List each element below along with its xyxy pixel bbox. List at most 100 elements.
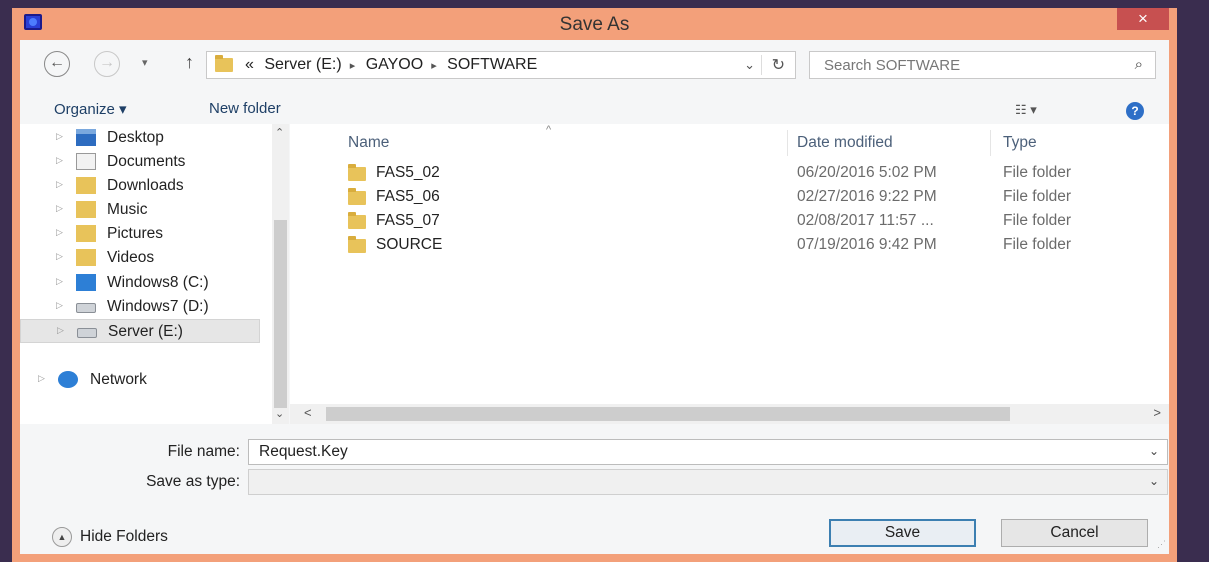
desktop-icon xyxy=(76,129,96,146)
new-folder-button[interactable]: New folder xyxy=(209,100,281,117)
navigation-pane-scrollbar[interactable]: ⌃ ⌄ xyxy=(272,124,289,424)
navigation-pane: ▷ Desktop ▷ Documents ▷ Downloads ▷ Musi… xyxy=(20,124,280,424)
hide-folders-label: Hide Folders xyxy=(80,528,168,546)
scroll-down-icon[interactable]: ⌄ xyxy=(275,407,284,420)
chevron-down-icon[interactable]: ⌄ xyxy=(1149,444,1159,458)
file-type: File folder xyxy=(1003,164,1072,181)
scrollbar-thumb[interactable] xyxy=(274,220,287,408)
file-name: FAS5_07 xyxy=(376,212,440,229)
column-divider[interactable] xyxy=(787,130,788,156)
documents-icon xyxy=(76,153,96,170)
file-type: File folder xyxy=(1003,212,1072,229)
file-date: 06/20/2016 5:02 PM xyxy=(797,164,937,181)
up-folder-button[interactable]: ↑ xyxy=(185,52,194,73)
recent-locations-chevron-icon[interactable]: ▾ xyxy=(142,56,148,69)
file-date: 02/27/2016 9:22 PM xyxy=(797,188,937,205)
column-header-name[interactable]: Name xyxy=(348,134,389,152)
network-icon xyxy=(58,371,78,388)
back-button[interactable]: ← xyxy=(44,51,70,77)
drive-c-icon xyxy=(76,274,96,291)
column-divider[interactable] xyxy=(990,130,991,156)
file-row[interactable]: FAS5_06 02/27/2016 9:22 PM File folder xyxy=(290,185,1169,209)
nav-item-windows8-c[interactable]: ▷ Windows8 (C:) xyxy=(20,271,260,295)
search-input[interactable]: Search SOFTWARE ⌕ xyxy=(809,51,1156,79)
folder-icon xyxy=(348,164,366,181)
chevron-down-icon[interactable]: ⌄ xyxy=(1149,474,1159,488)
column-header-date-modified[interactable]: Date modified xyxy=(797,134,893,152)
file-name-field[interactable]: Request.Key ⌄ xyxy=(248,439,1168,465)
expand-icon[interactable]: ▷ xyxy=(56,251,63,262)
organize-menu-button[interactable]: Organize ▾ xyxy=(54,100,127,118)
expand-icon[interactable]: ▷ xyxy=(56,203,63,214)
expand-icon[interactable]: ▷ xyxy=(56,131,63,142)
nav-item-pictures[interactable]: ▷ Pictures xyxy=(20,222,260,246)
drive-e-icon xyxy=(77,328,97,338)
expand-icon[interactable]: ▷ xyxy=(38,373,45,384)
nav-item-server-e[interactable]: ▷ Server (E:) xyxy=(20,319,260,343)
search-placeholder: Search SOFTWARE xyxy=(824,57,961,74)
file-row[interactable]: SOURCE 07/19/2016 9:42 PM File folder xyxy=(290,233,1169,257)
breadcrumb-server[interactable]: Server (E:) xyxy=(264,56,341,73)
nav-item-network[interactable]: ▷ Network xyxy=(20,368,260,392)
breadcrumb-software[interactable]: SOFTWARE xyxy=(447,56,537,73)
column-header-type[interactable]: Type xyxy=(1003,134,1037,152)
file-name-label: File name: xyxy=(167,443,240,460)
expand-icon[interactable]: ▷ xyxy=(57,325,64,336)
nav-item-label: Windows8 (C:) xyxy=(107,274,209,291)
change-view-icon[interactable]: ☷ ▾ xyxy=(1015,102,1037,118)
nav-item-documents[interactable]: ▷ Documents xyxy=(20,150,260,174)
forward-button[interactable]: → xyxy=(94,51,120,77)
close-button[interactable]: × xyxy=(1117,8,1169,30)
nav-item-label: Server (E:) xyxy=(108,323,183,340)
chevron-right-icon[interactable]: ▸ xyxy=(350,60,356,72)
file-row[interactable]: FAS5_02 06/20/2016 5:02 PM File folder xyxy=(290,161,1169,185)
nav-item-downloads[interactable]: ▷ Downloads xyxy=(20,174,260,198)
window-title: Save As xyxy=(559,14,630,35)
breadcrumb-gayoo[interactable]: GAYOO xyxy=(366,56,424,73)
nav-item-desktop[interactable]: ▷ Desktop xyxy=(20,126,260,150)
nav-item-music[interactable]: ▷ Music xyxy=(20,198,260,222)
expand-icon[interactable]: ▷ xyxy=(56,300,63,311)
folder-icon xyxy=(348,188,366,205)
file-name: FAS5_02 xyxy=(376,164,440,181)
chevron-right-icon[interactable]: ▸ xyxy=(431,60,437,72)
save-button[interactable]: Save xyxy=(829,519,976,547)
scrollbar-thumb[interactable] xyxy=(326,407,1010,421)
cancel-button[interactable]: Cancel xyxy=(1001,519,1148,547)
expand-icon[interactable]: ▷ xyxy=(56,227,63,238)
save-as-dialog: Save As × ← → ▾ ↑ « Server (E:) ▸ GAYOO ▸ … xyxy=(12,8,1177,562)
expand-icon[interactable]: ▷ xyxy=(56,276,63,287)
file-name: FAS5_06 xyxy=(376,188,440,205)
breadcrumb-overflow[interactable]: « xyxy=(245,56,254,73)
file-date: 07/19/2016 9:42 PM xyxy=(797,236,937,253)
scroll-right-icon[interactable]: > xyxy=(1153,405,1161,420)
nav-item-windows7-d[interactable]: ▷ Windows7 (D:) xyxy=(20,295,260,319)
hide-folders-button[interactable]: ▲ Hide Folders xyxy=(52,527,168,547)
file-list-horizontal-scrollbar[interactable]: < > xyxy=(290,404,1169,424)
file-list: ^ Name Date modified Type FAS5_02 06/20/… xyxy=(290,124,1169,424)
scroll-up-icon[interactable]: ⌃ xyxy=(275,126,284,139)
music-icon xyxy=(76,201,96,218)
save-as-type-select[interactable]: ⌄ xyxy=(248,469,1168,495)
title-bar[interactable]: Save As × xyxy=(12,8,1177,40)
resize-grip-icon[interactable]: ⋰ xyxy=(1157,539,1166,550)
refresh-icon[interactable]: ↻ xyxy=(760,55,785,75)
downloads-icon xyxy=(76,177,96,194)
nav-item-videos[interactable]: ▷ Videos xyxy=(20,246,260,270)
expand-icon[interactable]: ▷ xyxy=(56,155,63,166)
address-bar[interactable]: « Server (E:) ▸ GAYOO ▸ SOFTWARE ⌄ ↻ xyxy=(206,51,796,79)
nav-item-label: Pictures xyxy=(107,225,163,242)
expand-icon[interactable]: ▷ xyxy=(56,179,63,190)
file-name: SOURCE xyxy=(376,236,443,253)
file-row[interactable]: FAS5_07 02/08/2017 11:57 ... File folder xyxy=(290,209,1169,233)
pictures-icon xyxy=(76,225,96,242)
drive-d-icon xyxy=(76,303,96,313)
help-icon[interactable]: ? xyxy=(1126,102,1144,120)
scroll-left-icon[interactable]: < xyxy=(304,405,312,420)
address-dropdown-icon[interactable]: ⌄ xyxy=(744,57,755,73)
folder-icon xyxy=(215,55,233,72)
folder-icon xyxy=(348,236,366,253)
search-icon[interactable]: ⌕ xyxy=(1135,56,1143,73)
command-toolbar: Organize ▾ New folder ☷ ▾ ? xyxy=(20,88,1169,124)
file-type: File folder xyxy=(1003,236,1072,253)
